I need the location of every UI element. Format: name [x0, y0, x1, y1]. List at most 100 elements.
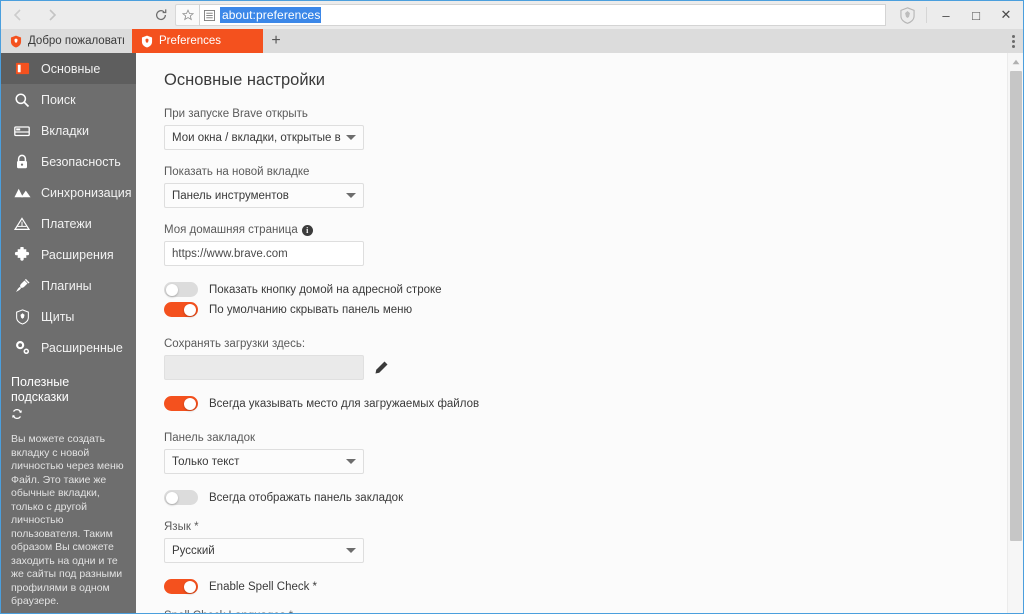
- minimize-button[interactable]: –: [931, 2, 961, 28]
- triangle-icon: [13, 215, 31, 233]
- sidebar-item-label: Синхронизация: [41, 185, 132, 200]
- sidebar-item-label: Расширения: [41, 247, 114, 262]
- tab-welcome[interactable]: Добро пожаловать в Brave: [1, 29, 132, 53]
- homepage-label: Моя домашняя страница i: [164, 224, 1023, 236]
- page-title: Основные настройки: [164, 71, 325, 89]
- downloads-label: Сохранять загрузки здесь:: [164, 338, 1023, 350]
- tab-strip: Добро пожаловать в Brave Preferences +: [1, 29, 1023, 53]
- startup-label-text: При запуске Brave открыть: [164, 108, 308, 120]
- sidebar-item-tabs[interactable]: Вкладки: [1, 115, 136, 146]
- downloads-row: [164, 355, 1023, 380]
- maximize-button[interactable]: □: [961, 2, 991, 28]
- sidebar-item-advanced[interactable]: Расширенные: [1, 332, 136, 363]
- lock-icon: [13, 153, 31, 171]
- tab-preferences[interactable]: Preferences: [132, 29, 263, 53]
- always-show-bookmarks-label: Всегда отображать панель закладок: [209, 491, 404, 504]
- always-show-bookmarks-toggle[interactable]: [164, 490, 198, 505]
- language-select[interactable]: Русский: [164, 538, 364, 563]
- sidebar-item-label: Основные: [41, 61, 101, 76]
- startup-label: При запуске Brave открыть: [164, 108, 1023, 120]
- sidebar-item-search[interactable]: Поиск: [1, 84, 136, 115]
- chevron-down-icon: [346, 193, 356, 198]
- window-controls: – □ ✕: [892, 1, 1023, 29]
- brave-lion-icon: [140, 35, 153, 48]
- hide-menu-toggle-row: По умолчанию скрывать панель меню: [164, 302, 1023, 317]
- forward-button[interactable]: [35, 2, 69, 28]
- downloads-path-input[interactable]: [164, 355, 364, 380]
- refresh-icon[interactable]: [11, 407, 126, 425]
- homepage-input[interactable]: https://www.brave.com: [164, 241, 364, 266]
- shield-icon: [13, 308, 31, 326]
- newtab-label-text: Показать на новой вкладке: [164, 166, 310, 178]
- search-icon: [13, 91, 31, 109]
- always-ask-download-toggle[interactable]: [164, 396, 198, 411]
- always-show-bookmarks-toggle-row: Всегда отображать панель закладок: [164, 490, 1023, 505]
- plug-icon: [13, 277, 31, 295]
- tab-strip-actions: [1012, 29, 1023, 53]
- helpful-hints-panel: Полезные подсказки Вы можете создать вкл…: [1, 375, 136, 613]
- toolbar-divider: [926, 7, 927, 23]
- sidebar-item-label: Поиск: [41, 92, 76, 107]
- content-scrollbar[interactable]: [1007, 53, 1023, 613]
- settings-content: Основные настройки При запуске Brave отк…: [136, 53, 1023, 613]
- language-value: Русский: [172, 544, 215, 557]
- always-ask-download-toggle-row: Всегда указывать место для загружаемых ф…: [164, 396, 1023, 411]
- spell-languages-label: Spell Check Languages *: [164, 610, 1023, 613]
- reload-icon[interactable]: [147, 2, 175, 28]
- spell-check-toggle-row: Enable Spell Check *: [164, 579, 1023, 594]
- sidebar-item-security[interactable]: Безопасность: [1, 146, 136, 177]
- sidebar-item-sync[interactable]: Синхронизация: [1, 177, 136, 208]
- list-icon: [204, 9, 215, 21]
- sidebar-item-payments[interactable]: Платежи: [1, 208, 136, 239]
- language-label-text: Язык *: [164, 521, 199, 533]
- spell-check-toggle[interactable]: [164, 579, 198, 594]
- sidebar-item-extensions[interactable]: Расширения: [1, 239, 136, 270]
- url-input[interactable]: about:preferences: [220, 7, 322, 23]
- settings-general-icon: [13, 60, 31, 78]
- tab-title: Добро пожаловать в Brave: [28, 35, 124, 47]
- gears-icon: [13, 339, 31, 357]
- home-button-toggle-label: Показать кнопку домой на адресной строке: [209, 283, 442, 296]
- navigation-toolbar: about:preferences – □ ✕: [1, 1, 1023, 29]
- bookmarks-bar-label-text: Панель закладок: [164, 432, 255, 444]
- sidebar-item-label: Щиты: [41, 309, 75, 324]
- brave-lion-icon[interactable]: [892, 6, 922, 24]
- new-tab-button[interactable]: +: [263, 29, 289, 53]
- startup-value: Мои окна / вкладки, открытые в проц: [172, 131, 342, 144]
- newtab-select[interactable]: Панель инструментов: [164, 183, 364, 208]
- startup-select[interactable]: Мои окна / вкладки, открытые в проц: [164, 125, 364, 150]
- scroll-up-icon[interactable]: [1008, 53, 1023, 70]
- hints-text: Вы можете создать вкладку с новой личнос…: [11, 433, 124, 607]
- menu-kebab-icon[interactable]: [1012, 34, 1015, 48]
- pencil-icon[interactable]: [374, 360, 389, 375]
- bookmarks-bar-label: Панель закладок: [164, 432, 1023, 444]
- homepage-value: https://www.brave.com: [172, 247, 288, 260]
- home-button-toggle[interactable]: [164, 282, 198, 297]
- close-button[interactable]: ✕: [991, 2, 1021, 28]
- sidebar-item-label: Расширенные: [41, 340, 123, 355]
- scrollbar-thumb[interactable]: [1010, 71, 1022, 541]
- page-body: Основные Поиск Вкладки Безопасность Синх…: [1, 53, 1023, 613]
- homepage-label-text: Моя домашняя страница: [164, 224, 298, 236]
- bookmarks-bar-select[interactable]: Только текст: [164, 449, 364, 474]
- sidebar-item-general[interactable]: Основные: [1, 53, 136, 84]
- info-icon[interactable]: i: [301, 224, 313, 236]
- browser-window: about:preferences – □ ✕ Добро пожаловать…: [0, 0, 1024, 614]
- sidebar-item-shields[interactable]: Щиты: [1, 301, 136, 332]
- back-button[interactable]: [1, 2, 35, 28]
- newtab-value: Панель инструментов: [172, 189, 289, 202]
- sidebar-item-label: Платежи: [41, 216, 92, 231]
- brave-lion-icon: [9, 35, 22, 48]
- hide-menu-toggle[interactable]: [164, 302, 198, 317]
- star-icon[interactable]: [175, 4, 199, 26]
- sidebar-item-label: Безопасность: [41, 154, 121, 169]
- spell-languages-label-text: Spell Check Languages *: [164, 610, 293, 613]
- url-bar[interactable]: about:preferences: [199, 4, 886, 26]
- sidebar-item-plugins[interactable]: Плагины: [1, 270, 136, 301]
- chevron-down-icon: [346, 548, 356, 553]
- puzzle-icon: [13, 246, 31, 264]
- downloads-label-text: Сохранять загрузки здесь:: [164, 338, 306, 350]
